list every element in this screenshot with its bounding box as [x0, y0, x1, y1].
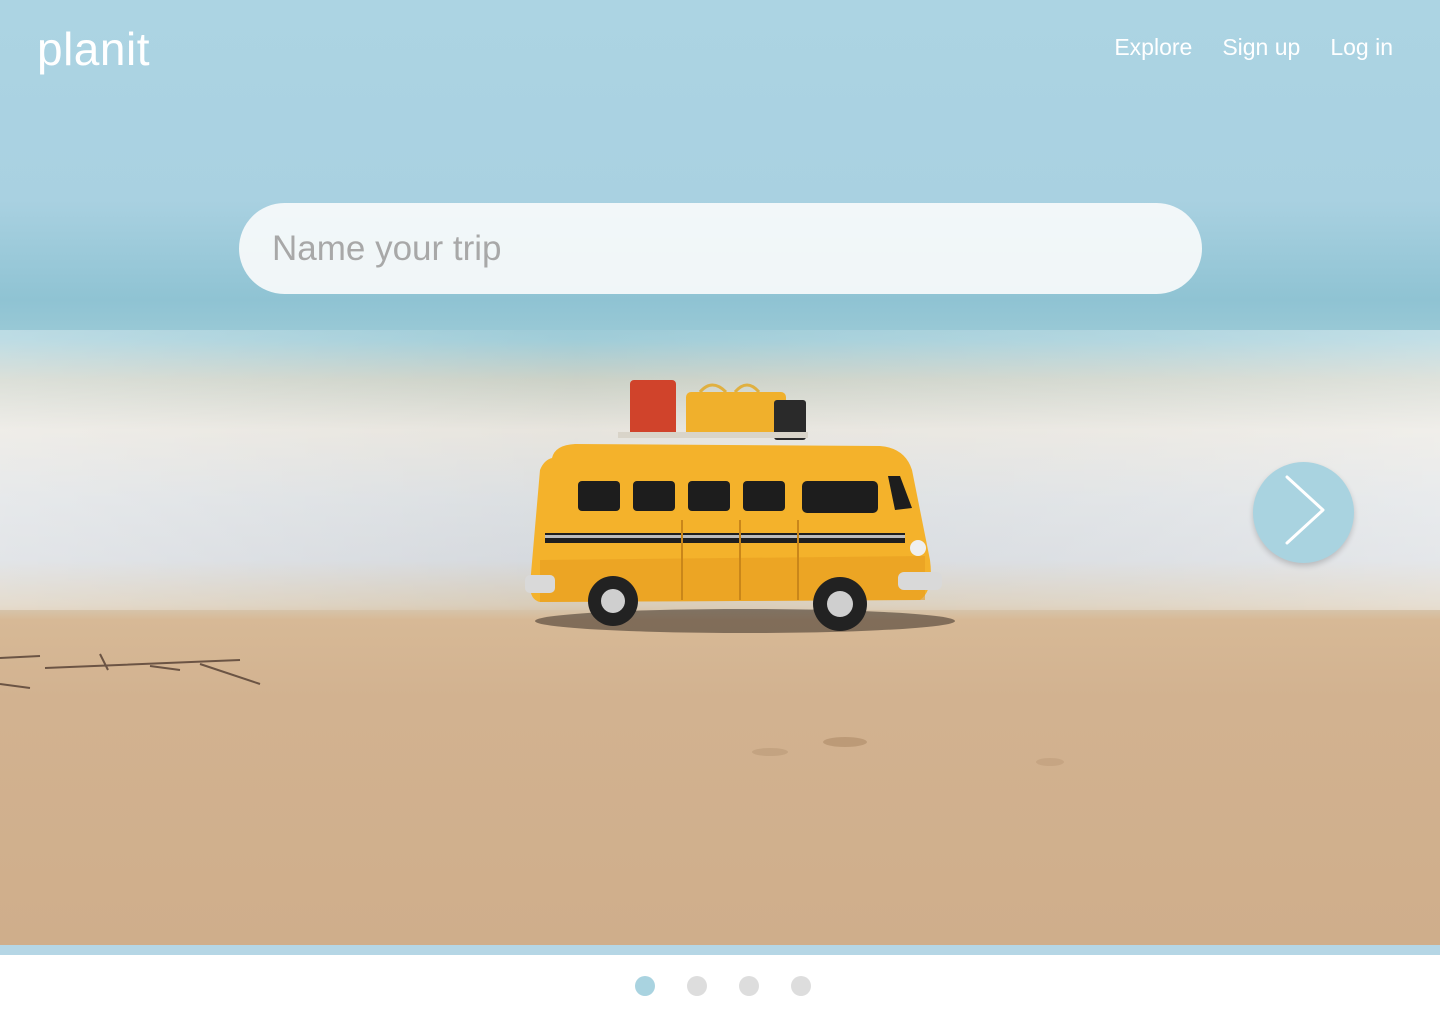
chevron-right-icon	[1285, 475, 1325, 545]
nav-log-in-link[interactable]: Log in	[1330, 34, 1393, 61]
carousel-dot-3[interactable]	[739, 976, 759, 996]
hero-bottom-strip	[0, 945, 1440, 955]
nav-explore-link[interactable]: Explore	[1114, 34, 1192, 61]
nav-sign-up-link[interactable]: Sign up	[1222, 34, 1300, 61]
top-nav: Explore Sign up Log in	[1114, 34, 1393, 61]
hero-image	[0, 380, 1064, 766]
hero-section	[0, 0, 1440, 945]
carousel-dot-1[interactable]	[635, 976, 655, 996]
brand-logo[interactable]: planit	[37, 22, 150, 76]
carousel-dot-4[interactable]	[791, 976, 811, 996]
next-slide-button[interactable]	[1253, 462, 1354, 563]
carousel-dot-2[interactable]	[687, 976, 707, 996]
carousel-dots	[635, 976, 811, 996]
trip-name-input[interactable]	[239, 203, 1202, 294]
